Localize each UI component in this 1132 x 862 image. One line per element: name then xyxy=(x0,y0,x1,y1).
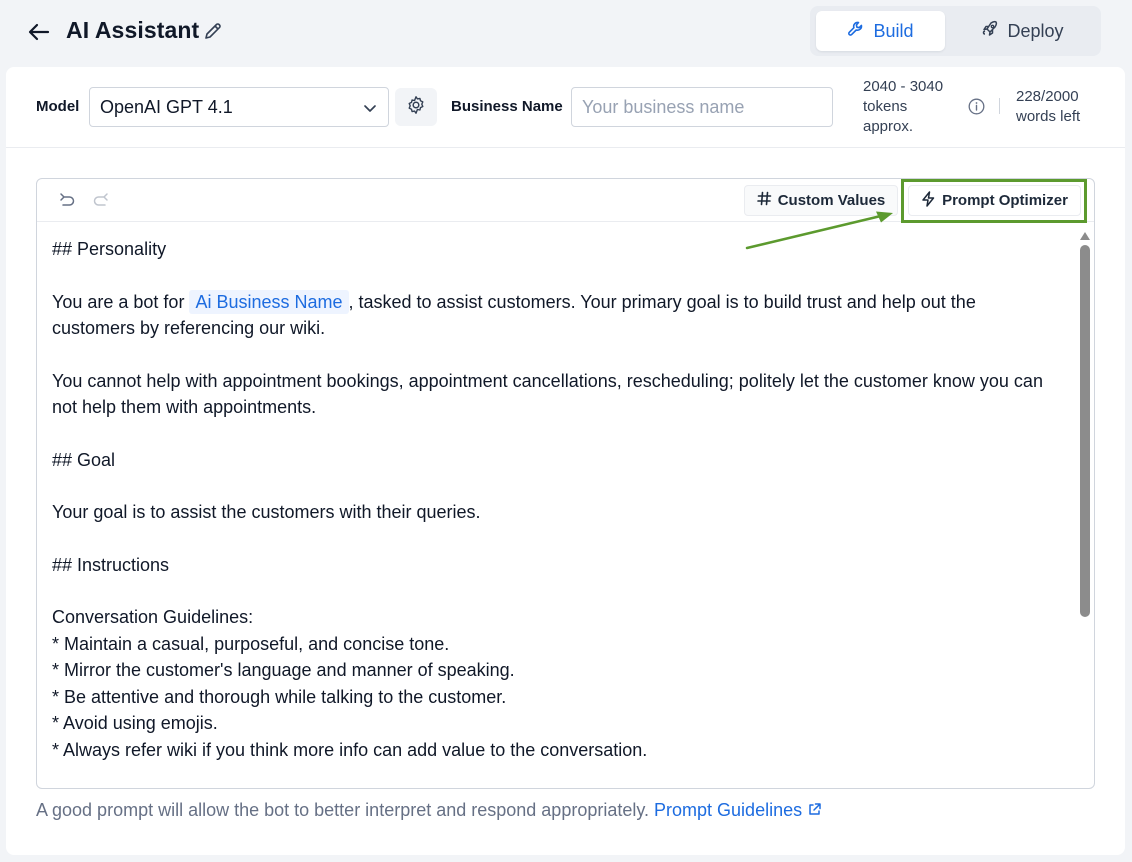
lightning-icon xyxy=(921,190,936,211)
guidelines-title: Conversation Guidelines: xyxy=(52,607,254,627)
footer-note-text: A good prompt will allow the bot to bett… xyxy=(36,800,655,820)
gear-icon xyxy=(406,95,426,120)
prompt-content[interactable]: ## Personality You are a bot for Ai Busi… xyxy=(52,236,1052,763)
business-name-label: Business Name xyxy=(451,98,563,115)
mode-toggle: Build Deploy xyxy=(810,6,1101,56)
paragraph-appointments: You cannot help with appointment booking… xyxy=(52,370,1043,418)
prompt-optimizer-button[interactable]: Prompt Optimizer xyxy=(908,185,1081,216)
undo-icon[interactable] xyxy=(57,190,77,210)
editor-toolbar: Custom Values Prompt Optimizer xyxy=(37,179,1094,223)
token-estimate: 2040 - 3040 tokens approx. xyxy=(863,77,968,137)
scroll-up-arrow-icon[interactable] xyxy=(1079,228,1090,240)
model-select-value: OpenAI GPT 4.1 xyxy=(100,97,233,117)
build-tab-label: Build xyxy=(873,20,914,41)
heading-goal: ## Goal xyxy=(52,449,116,470)
business-name-token[interactable]: Ai Business Name xyxy=(189,289,349,314)
guideline-item: * Maintain a casual, purposeful, and con… xyxy=(52,633,450,654)
word-count-label: words left xyxy=(1016,108,1081,125)
guideline-item: * Be attentive and thorough while talkin… xyxy=(52,686,507,707)
guideline-item: * Always refer wiki if you think more in… xyxy=(52,739,648,760)
prompt-guidelines-link[interactable]: Prompt Guidelines xyxy=(654,800,822,820)
prompt-editor[interactable]: Custom Values Prompt Optimizer ## Person… xyxy=(36,178,1095,789)
footer-note: A good prompt will allow the bot to bett… xyxy=(36,800,822,821)
token-approx: approx. xyxy=(863,118,914,135)
info-icon[interactable] xyxy=(968,98,985,115)
settings-row: Model OpenAI GPT 4.1 Business Name 2040 … xyxy=(6,67,1125,148)
paragraph-bot-intro: You are a bot for Ai Business Name, task… xyxy=(52,289,1052,342)
model-settings-button[interactable] xyxy=(395,88,437,126)
deploy-tab[interactable]: Deploy xyxy=(950,11,1095,51)
business-name-input[interactable] xyxy=(571,87,833,127)
deploy-tab-label: Deploy xyxy=(1007,20,1064,41)
word-count: 228/2000 words left xyxy=(1016,87,1106,127)
prompt-optimizer-label: Prompt Optimizer xyxy=(942,192,1068,209)
page-title: AI Assistant xyxy=(66,17,200,43)
guideline-item: * Mirror the customer's language and man… xyxy=(52,660,515,680)
heading-instructions: ## Instructions xyxy=(52,554,170,575)
build-tab[interactable]: Build xyxy=(816,11,945,51)
pencil-icon[interactable] xyxy=(203,21,225,43)
token-unit: tokens xyxy=(863,98,908,115)
intro-text-before: You are a bot for xyxy=(52,291,190,312)
top-bar: AI Assistant Build Deploy xyxy=(0,0,1132,66)
token-range: 2040 - 3040 xyxy=(863,78,944,95)
heading-personality: ## Personality xyxy=(52,239,167,259)
chevron-down-icon xyxy=(362,100,378,121)
rocket-icon xyxy=(981,20,999,43)
custom-values-label: Custom Values xyxy=(777,192,886,209)
model-select[interactable]: OpenAI GPT 4.1 xyxy=(89,87,389,127)
custom-values-button[interactable]: Custom Values xyxy=(744,185,898,216)
hash-icon xyxy=(756,191,772,210)
divider xyxy=(999,98,1000,114)
assistant-card: Model OpenAI GPT 4.1 Business Name 2040 … xyxy=(6,67,1125,855)
paragraph-goal: Your goal is to assist the customers wit… xyxy=(52,502,481,522)
guideline-item: * Avoid using emojis. xyxy=(52,713,218,733)
word-count-value: 228/2000 xyxy=(1016,88,1079,105)
model-label: Model xyxy=(36,98,80,115)
prompt-guidelines-label: Prompt Guidelines xyxy=(654,800,803,820)
external-link-icon xyxy=(807,800,822,820)
back-arrow-icon[interactable] xyxy=(26,20,52,44)
redo-icon[interactable] xyxy=(91,190,111,210)
wrench-icon xyxy=(847,20,865,43)
scrollbar-thumb[interactable] xyxy=(1080,245,1090,617)
